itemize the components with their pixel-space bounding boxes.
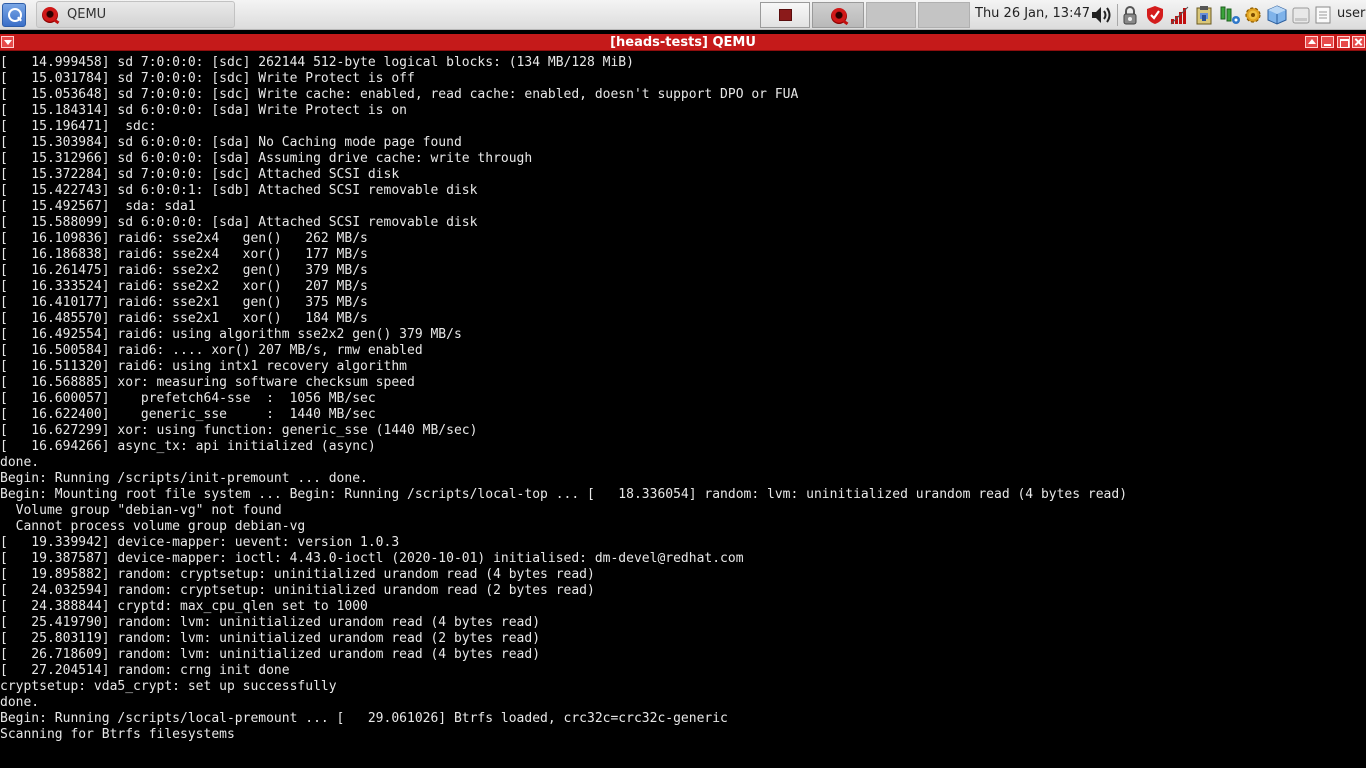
console-line: Begin: Running /scripts/init-premount ..… [0,471,368,486]
cube-icon[interactable] [1266,5,1288,25]
notes-icon[interactable] [1314,5,1332,25]
minimize-button[interactable] [1321,36,1334,48]
taskbar-task-qemu[interactable]: QEMU [36,1,235,28]
console-line: cryptsetup: vda5_crypt: set up successfu… [0,679,337,694]
shield-icon[interactable] [1146,5,1164,25]
console-line: [ 16.568885] xor: measuring software che… [0,375,415,390]
console-line: [ 19.895882] random: cryptsetup: uniniti… [0,567,595,582]
console-line: [ 19.339942] device-mapper: uevent: vers… [0,535,400,550]
console-line: [ 16.600057] prefetch64-sse : 1056 MB/se… [0,391,376,406]
gear-icon[interactable] [1243,5,1263,25]
console-line: [ 16.333524] raid6: sse2x2 xor() 207 MB/… [0,279,368,294]
signal-icon[interactable] [1170,5,1189,25]
clipboard-icon[interactable] [1195,5,1213,25]
console-line: [ 16.186838] raid6: sse2x4 xor() 177 MB/… [0,247,368,262]
drive-icon[interactable] [1292,5,1310,25]
console-line: [ 15.196471] sdc: [0,119,157,134]
console-line: Begin: Running /scripts/local-premount .… [0,711,728,726]
console-line: [ 15.492567] sda: sda1 [0,199,196,214]
workspace-switcher-2[interactable] [918,2,970,28]
console-line: [ 15.303984] sd 6:0:0:0: [sda] No Cachin… [0,135,462,150]
console-output[interactable]: [ 14.999458] sd 7:0:0:0: [sdc] 262144 51… [0,55,1366,768]
application-menu-button[interactable] [2,3,26,27]
workspace-switcher-1[interactable] [866,2,916,28]
console-line: [ 16.485570] raid6: sse2x1 xor() 184 MB/… [0,311,368,326]
close-button[interactable] [1352,36,1365,48]
console-line: [ 15.372284] sd 7:0:0:0: [sdc] Attached … [0,167,400,182]
qemu-icon [831,8,847,24]
console-line: [ 24.032594] random: cryptsetup: uniniti… [0,583,595,598]
maximize-button[interactable] [1337,36,1350,48]
console-line: [ 15.588099] sd 6:0:0:0: [sda] Attached … [0,215,478,230]
taskbar-window-button-2[interactable] [812,2,864,28]
console-line: [ 25.803119] random: lvm: uninitialized … [0,631,541,646]
volume-icon[interactable] [1091,6,1113,24]
taskbar-task-label: QEMU [67,7,107,22]
lock-icon[interactable] [1122,5,1138,25]
console-line: done. [0,695,40,710]
console-line: [ 15.053648] sd 7:0:0:0: [sdc] Write cac… [0,87,799,102]
console-line: [ 16.492554] raid6: using algorithm sse2… [0,327,462,342]
tray-separator [1117,4,1118,26]
taskbar-window-button-1[interactable] [760,2,810,28]
console-line: [ 15.031784] sd 7:0:0:0: [sdc] Write Pro… [0,71,415,86]
window-icon [779,9,792,21]
console-line: [ 24.388844] cryptd: max_cpu_qlen set to… [0,599,368,614]
console-line: Scanning for Btrfs filesystems [0,727,235,742]
console-line: [ 16.694266] async_tx: api initialized (… [0,439,376,454]
console-line: [ 15.184314] sd 6:0:0:0: [sda] Write Pro… [0,103,407,118]
user-label[interactable]: user [1337,6,1365,21]
console-line: [ 15.422743] sd 6:0:0:1: [sdb] Attached … [0,183,478,198]
console-line: done. [0,455,40,470]
network-icon[interactable] [1219,5,1241,25]
window-title: [heads-tests] QEMU [610,35,756,50]
clock[interactable]: Thu 26 Jan, 13:47 [975,6,1090,21]
console-line: [ 16.627299] xor: using function: generi… [0,423,478,438]
console-line: [ 15.312966] sd 6:0:0:0: [sda] Assuming … [0,151,533,166]
console-line: [ 16.622400] generic_sse : 1440 MB/sec [0,407,376,422]
window-titlebar[interactable]: [heads-tests] QEMU [0,34,1366,51]
shade-button[interactable] [1305,36,1318,48]
console-line: Cannot process volume group debian-vg [0,519,306,534]
console-line: [ 16.261475] raid6: sse2x2 gen() 379 MB/… [0,263,368,278]
console-line: [ 16.500584] raid6: .... xor() 207 MB/s,… [0,343,423,358]
console-line: [ 19.387587] device-mapper: ioctl: 4.43.… [0,551,744,566]
console-line: [ 14.999458] sd 7:0:0:0: [sdc] 262144 51… [0,55,634,70]
console-line: [ 16.109836] raid6: sse2x4 gen() 262 MB/… [0,231,368,246]
console-line: [ 27.204514] random: crng init done [0,663,290,678]
taskbar: QEMU Thu 26 Jan, 13:47 user [0,0,1366,30]
console-line: Begin: Mounting root file system ... Beg… [0,487,1128,502]
console-line: [ 16.410177] raid6: sse2x1 gen() 375 MB/… [0,295,368,310]
qemu-icon [42,7,58,23]
console-line: Volume group "debian-vg" not found [0,503,282,518]
console-line: [ 16.511320] raid6: using intx1 recovery… [0,359,407,374]
console-line: [ 25.419790] random: lvm: uninitialized … [0,615,541,630]
console-line: [ 26.718609] random: lvm: uninitialized … [0,647,541,662]
